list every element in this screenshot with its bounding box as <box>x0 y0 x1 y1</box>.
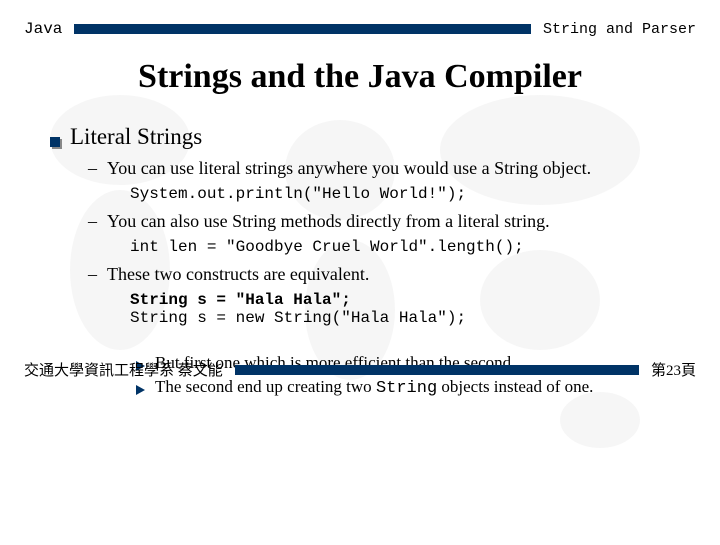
bullet-point: – You can also use String methods direct… <box>88 211 670 232</box>
sub-bullet-text: The second end up creating two String ob… <box>155 377 593 398</box>
code-snippet: String s = "Hala Hala"; String s = new S… <box>130 291 670 327</box>
header-right-text: String and Parser <box>543 21 696 38</box>
dash-bullet-icon: – <box>88 264 97 285</box>
dash-bullet-icon: – <box>88 158 97 179</box>
square-bullet-icon <box>50 137 60 147</box>
triangle-bullet-icon <box>136 385 145 395</box>
bullet-point: – These two constructs are equivalent. <box>88 264 670 285</box>
header-rule <box>74 24 531 34</box>
sub-bullet: The second end up creating two String ob… <box>136 377 670 398</box>
footer-rule <box>235 365 639 375</box>
header-left-text: Java <box>24 20 62 38</box>
slide-body: Literal Strings – You can use literal st… <box>0 96 720 398</box>
bullet-text: You can use literal strings anywhere you… <box>107 158 591 179</box>
bullet-text: You can also use String methods directly… <box>107 211 550 232</box>
code-snippet: System.out.println("Hello World!"); <box>130 185 670 203</box>
dash-bullet-icon: – <box>88 211 97 232</box>
footer-page-number: 第23頁 <box>651 359 696 380</box>
slide-footer: 交通大學資訊工程學系 蔡文能 第23頁 <box>0 359 720 380</box>
code-line: String s = new String("Hala Hala"); <box>130 309 466 327</box>
code-snippet: int len = "Goodbye Cruel World".length()… <box>130 238 670 256</box>
bullet-point: – You can use literal strings anywhere y… <box>88 158 670 179</box>
section-heading: Literal Strings <box>70 124 202 150</box>
slide-header: Java String and Parser <box>0 0 720 38</box>
section-heading-row: Literal Strings <box>50 124 670 150</box>
slide-title: Strings and the Java Compiler <box>0 58 720 96</box>
bullet-text: These two constructs are equivalent. <box>107 264 369 285</box>
footer-left-text: 交通大學資訊工程學系 蔡文能 <box>24 359 223 380</box>
code-line-bold: String s = "Hala Hala"; <box>130 291 351 309</box>
